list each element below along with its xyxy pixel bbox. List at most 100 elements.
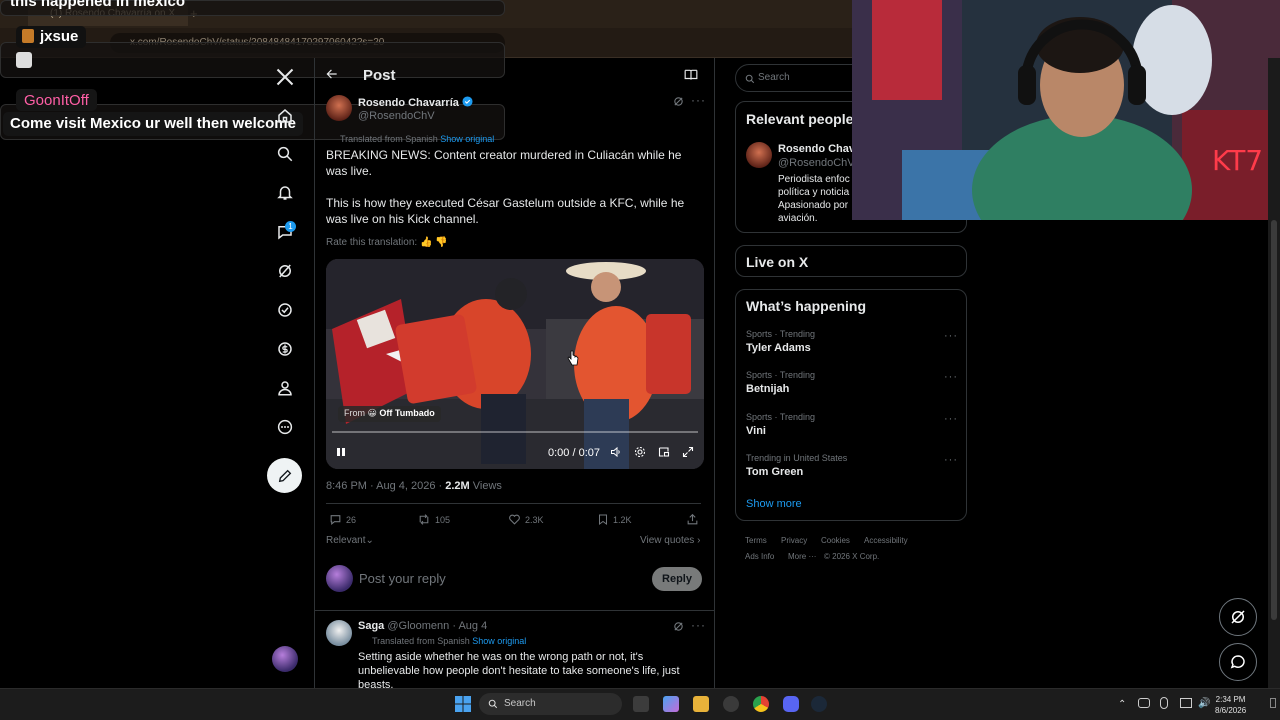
network-icon[interactable] — [1180, 698, 1192, 708]
page-title: Post — [363, 67, 396, 84]
reply-button[interactable]: Reply — [652, 567, 702, 591]
trend-name[interactable]: Tyler Adams — [746, 342, 811, 354]
trend-name[interactable]: Vini — [746, 425, 766, 437]
grok-icon[interactable] — [673, 621, 684, 632]
show-original-link[interactable]: Show original — [472, 636, 526, 646]
repost-action[interactable]: 105 — [417, 513, 450, 526]
settings-gear-icon[interactable] — [634, 446, 646, 458]
notification-icon[interactable] — [1270, 698, 1276, 708]
comment-header[interactable]: Saga @Gloomenn · Aug 4 — [358, 620, 487, 632]
relevant-person-handle[interactable]: @RosendoChV — [778, 157, 855, 169]
search-icon[interactable] — [270, 139, 300, 169]
copilot-icon[interactable] — [663, 696, 679, 712]
trend-more-icon[interactable]: ··· — [944, 454, 958, 466]
chevron-right-icon: › — [697, 535, 701, 546]
person-icon[interactable] — [270, 373, 300, 403]
home-icon[interactable] — [270, 101, 300, 131]
more-circle-icon[interactable] — [270, 412, 300, 442]
windows-start-icon[interactable] — [455, 696, 471, 712]
discord-icon[interactable] — [783, 696, 799, 712]
footer-link[interactable]: Accessibility — [864, 536, 908, 545]
chat-username: jxsue — [16, 26, 87, 48]
chat-username: GoonItOff — [16, 89, 97, 111]
video-player[interactable] — [326, 259, 704, 469]
compose-post-button[interactable] — [267, 458, 302, 493]
money-icon[interactable] — [270, 334, 300, 364]
task-view-icon[interactable] — [633, 696, 649, 712]
x-logo-icon[interactable] — [270, 62, 300, 92]
trend-meta: Sports · Trending — [746, 329, 816, 339]
pause-icon[interactable] — [336, 447, 346, 457]
relevant-person-avatar[interactable] — [746, 142, 772, 168]
more-options-icon[interactable]: ··· — [691, 93, 706, 107]
verified-icon[interactable] — [270, 295, 300, 325]
author-avatar[interactable] — [326, 95, 352, 121]
like-action[interactable]: 2.3K — [508, 513, 544, 526]
footer-link[interactable]: Cookies — [821, 536, 850, 545]
fullscreen-icon[interactable] — [682, 446, 694, 458]
reader-icon[interactable] — [684, 69, 698, 81]
video-time: 0:00 / 0:07 — [548, 447, 600, 459]
view-quotes-link[interactable]: View quotes › — [640, 535, 700, 546]
reply-action[interactable]: 26 — [329, 513, 356, 526]
taskbar-search[interactable]: Search — [479, 693, 622, 715]
volume-icon[interactable]: 🔊 — [1198, 698, 1210, 709]
footer-link[interactable]: Ads Info — [745, 552, 774, 561]
card-title: Live on X — [746, 254, 809, 270]
comment-avatar[interactable] — [326, 620, 352, 646]
grok-icon[interactable] — [673, 96, 684, 107]
author-handle[interactable]: @RosendoChV — [358, 110, 435, 122]
trend-name[interactable]: Betnijah — [746, 383, 789, 395]
grok-icon[interactable] — [270, 256, 300, 286]
grok-floating-button[interactable] — [1219, 598, 1257, 636]
trend-name[interactable]: Tom Green — [746, 466, 803, 478]
trend-more-icon[interactable]: ··· — [944, 371, 958, 383]
messages-floating-button[interactable] — [1219, 643, 1257, 681]
video-source-chip[interactable]: From 😀 Off Tumbado — [338, 406, 441, 422]
reply-sort-dropdown[interactable]: Relevant⌄ — [326, 535, 374, 546]
trend-more-icon[interactable]: ··· — [944, 330, 958, 342]
footer-link[interactable]: Privacy — [781, 536, 807, 545]
steam-icon[interactable] — [811, 696, 827, 712]
chevron-up-icon[interactable]: ⌃ — [1118, 699, 1126, 710]
pip-icon[interactable] — [658, 446, 670, 458]
trend-more-icon[interactable]: ··· — [944, 413, 958, 425]
show-original-link[interactable]: Show original — [440, 134, 494, 144]
footer-more-link[interactable]: More ··· — [788, 552, 816, 561]
author-name[interactable]: Rosendo Chavarría — [358, 96, 473, 109]
more-options-icon[interactable]: ··· — [691, 618, 706, 632]
thumbs-up-icon[interactable]: 👍 — [420, 237, 432, 248]
volume-icon[interactable] — [610, 446, 622, 458]
repost-icon — [419, 514, 429, 525]
show-more-link[interactable]: Show more — [746, 498, 802, 510]
onedrive-icon[interactable] — [1138, 698, 1150, 708]
back-arrow-icon[interactable] — [325, 67, 339, 81]
reply-avatar — [326, 565, 353, 592]
divider — [326, 503, 701, 504]
taskbar-clock[interactable]: 2:34 PM 8/6/2026 — [1215, 694, 1246, 716]
chrome-icon[interactable] — [753, 696, 769, 712]
app-icon[interactable] — [723, 696, 739, 712]
reply-input[interactable]: Post your reply — [359, 571, 446, 586]
trend-meta: Sports · Trending — [746, 412, 816, 422]
post-meta: 8:46 PM · Aug 4, 2026 · 2.2M Views — [326, 480, 502, 492]
relevant-person-bio: Periodista enfoc política y noticia Apas… — [778, 174, 850, 224]
live-on-x-card[interactable]: Live on X — [735, 245, 967, 277]
account-avatar[interactable] — [272, 646, 298, 672]
column-divider — [314, 58, 315, 688]
whats-happening-card: What’s happening — [735, 289, 967, 521]
scrollbar-thumb[interactable] — [1271, 220, 1277, 620]
search-icon — [488, 699, 498, 709]
chat-bubble-icon — [1230, 655, 1245, 669]
relevant-person-name[interactable]: Rosendo Chava — [778, 143, 861, 155]
chat-icon[interactable] — [270, 217, 300, 247]
bell-icon[interactable] — [270, 178, 300, 208]
microphone-icon[interactable] — [1160, 697, 1168, 709]
share-action[interactable] — [686, 513, 699, 526]
video-frame — [326, 259, 704, 469]
bookmark-action[interactable]: 1.2K — [597, 513, 632, 526]
file-explorer-icon[interactable] — [693, 696, 709, 712]
video-progress-track[interactable] — [332, 431, 698, 433]
footer-link[interactable]: Terms — [745, 536, 767, 545]
thumbs-down-icon[interactable]: 👎 — [435, 237, 447, 248]
